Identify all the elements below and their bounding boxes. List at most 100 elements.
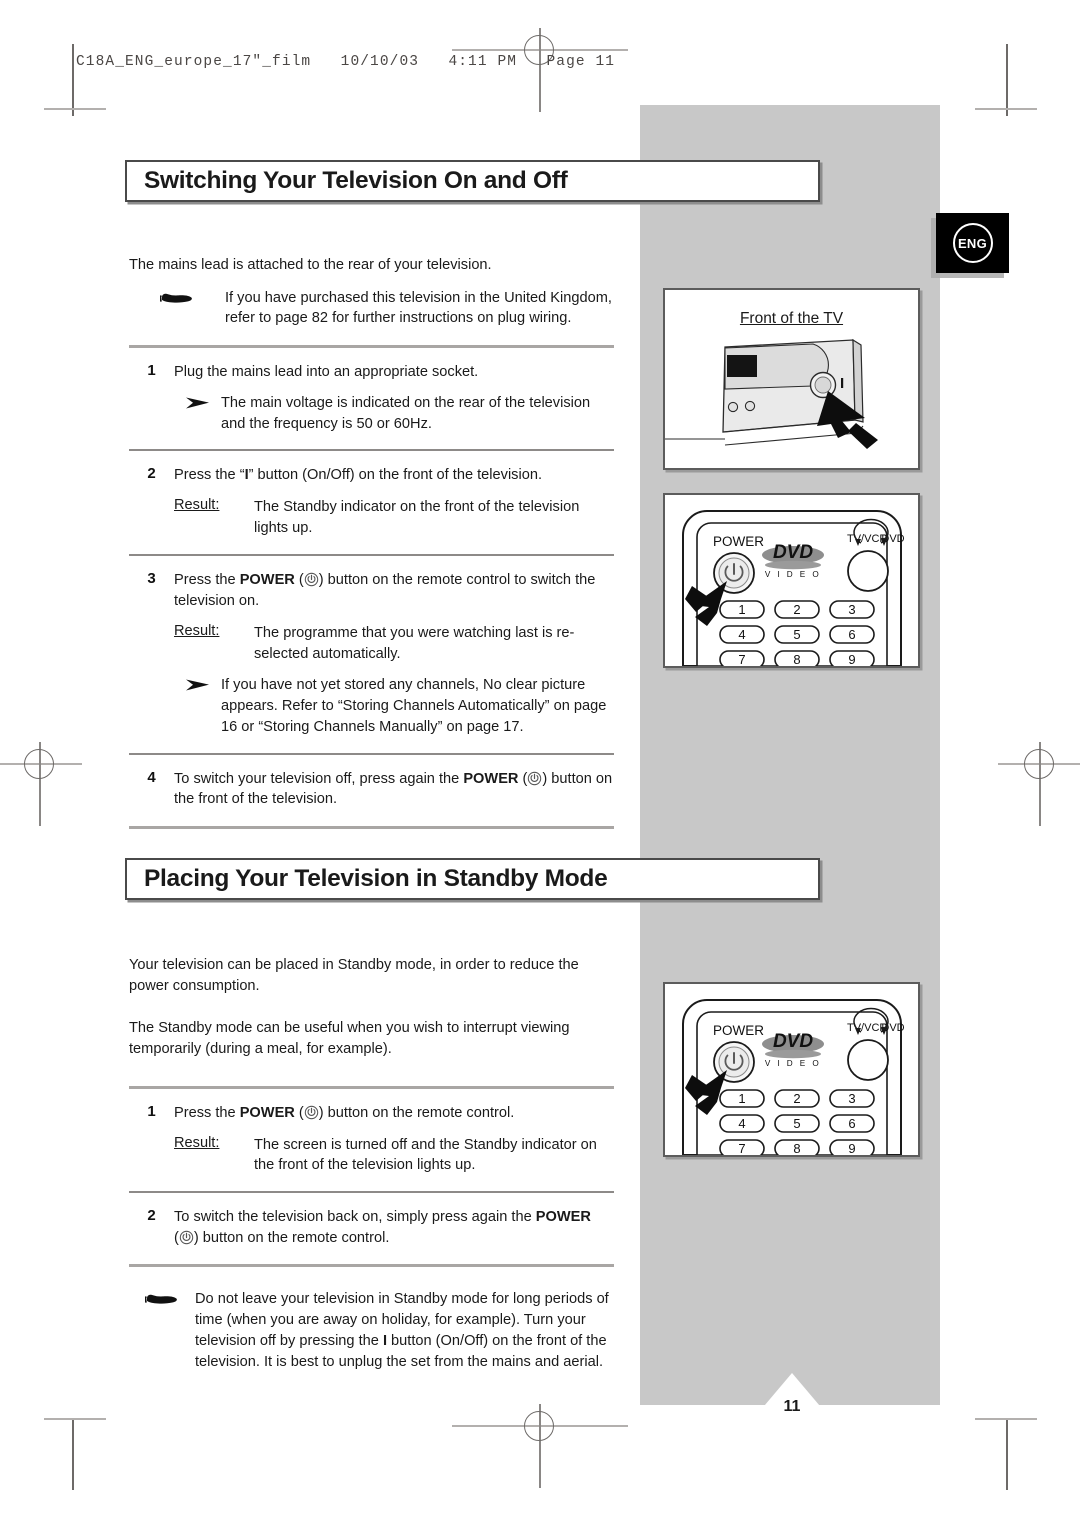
svg-text:DVD: DVD — [773, 1031, 813, 1052]
section-standby-body: Your television can be placed in Standby… — [129, 955, 614, 1372]
illustration-front-of-tv: Front of the TV — [663, 288, 920, 470]
standby-step-2-text: To switch the television back on, simply… — [174, 1209, 591, 1246]
power-symbol-icon — [304, 572, 319, 587]
step-3: 3 Press the POWER () button on the remot… — [129, 570, 614, 611]
standby-step-1-result-label: Result: — [174, 1134, 220, 1151]
crop-mark-top-right-horizontal — [975, 108, 1037, 110]
standby-paragraph-1: Your television can be placed in Standby… — [129, 957, 579, 994]
standby-step-1-number: 1 — [147, 1102, 156, 1120]
step-3-result-label: Result: — [174, 622, 220, 639]
standby-step-2-number: 2 — [147, 1207, 156, 1225]
step-2-text-pre: Press the “ — [174, 467, 245, 484]
svg-text:2: 2 — [793, 602, 800, 617]
step-1-note-text: The main voltage is indicated on the rea… — [221, 394, 591, 432]
svg-text:3: 3 — [848, 602, 855, 617]
standby-step-1-text: Press the POWER () button on the remote … — [174, 1104, 515, 1121]
arrow-bullet-icon — [174, 393, 221, 434]
svg-text:9: 9 — [848, 1141, 855, 1155]
step-1: 1 Plug the mains lead into an appropriat… — [129, 362, 614, 383]
hand-note-standby-text: Do not leave your television in Standby … — [195, 1289, 614, 1372]
remote-control-drawing: POWER DVD V I D E O TV/VCR DVD 1 2 3 4 5… — [682, 999, 905, 1155]
svg-text:5: 5 — [793, 1116, 800, 1131]
svg-text:1: 1 — [738, 1091, 745, 1106]
step-2-result: Result: The Standby indicator on the fro… — [129, 497, 614, 538]
rule-3 — [129, 554, 614, 557]
crop-mark-bottom-left-vertical — [72, 1418, 74, 1490]
step-3-power-label: POWER — [239, 572, 295, 589]
standby-step-1-result-text: The screen is turned off and the Standby… — [254, 1136, 597, 1174]
hand-note-uk: If you have purchased this television in… — [129, 288, 614, 329]
standby-step-2-text-pre: To switch the television back on, simply… — [174, 1209, 536, 1226]
intro-paragraph: The mains lead is attached to the rear o… — [129, 257, 492, 273]
svg-text:2: 2 — [793, 1091, 800, 1106]
step-3-number: 3 — [147, 570, 156, 588]
svg-text:4: 4 — [738, 1116, 745, 1131]
page-number: 11 — [783, 1398, 801, 1415]
step-1-number: 1 — [147, 362, 156, 380]
step-3-note: If you have not yet stored any channels,… — [129, 675, 614, 737]
svg-text:8: 8 — [793, 1141, 800, 1155]
pointing-hand-icon — [129, 1289, 195, 1372]
step-1-note: The main voltage is indicated on the rea… — [129, 393, 614, 434]
rule-7 — [129, 1191, 614, 1194]
svg-text:DVD: DVD — [773, 542, 813, 563]
svg-text:6: 6 — [848, 627, 855, 642]
standby-paragraph-2: The Standby mode can be useful when you … — [129, 1020, 570, 1058]
section-switching-body: The mains lead is attached to the rear o… — [129, 255, 614, 829]
svg-text:8: 8 — [793, 652, 800, 666]
standby-step-2-power-label: POWER — [535, 1209, 591, 1226]
section-heading-switching: Switching Your Television On and Off — [125, 160, 820, 202]
step-4-power-label: POWER — [463, 770, 519, 787]
svg-text:4: 4 — [738, 627, 745, 642]
illustration-remote-top: POWER DVD V I D E O TV/VCR DVD 1 2 3 4 5… — [663, 493, 920, 668]
hand-note-uk-text: If you have purchased this television in… — [225, 289, 612, 327]
svg-text:6: 6 — [848, 1116, 855, 1131]
svg-text:V I D E O: V I D E O — [765, 1059, 821, 1068]
svg-text:POWER: POWER — [713, 1023, 764, 1038]
rule-6 — [129, 1085, 614, 1089]
step-4: 4 To switch your television off, press a… — [129, 769, 614, 810]
pointing-hand-icon — [129, 288, 225, 329]
rule-2 — [129, 449, 614, 452]
standby-step-2: 2 To switch the television back on, simp… — [129, 1207, 614, 1248]
step-2-result-label: Result: — [174, 497, 220, 514]
illustration-remote-bottom: POWER DVD V I D E O TV/VCR DVD 1 2 3 4 5… — [663, 982, 920, 1157]
remote-control-drawing: POWER DVD V I D E O TV/VCR DVD 1 2 3 4 5… — [682, 510, 905, 666]
step-2: 2 Press the “I” button (On/Off) on the f… — [129, 465, 614, 486]
hand-note-standby: Do not leave your television in Standby … — [129, 1289, 614, 1372]
rule-5 — [129, 825, 614, 829]
svg-text:POWER: POWER — [713, 534, 764, 549]
crop-mark-top-left-vertical — [72, 44, 74, 116]
section-heading-switching-label: Switching Your Television On and Off — [144, 167, 568, 194]
rule-8 — [129, 1264, 614, 1268]
rule-1 — [129, 345, 614, 349]
svg-text:7: 7 — [738, 1141, 745, 1155]
standby-step-1: 1 Press the POWER () button on the remot… — [129, 1103, 614, 1124]
svg-text:1: 1 — [738, 602, 745, 617]
crop-mark-bottom-left-horizontal — [44, 1418, 106, 1420]
step-4-number: 4 — [147, 768, 156, 786]
rule-4 — [129, 752, 614, 755]
step-2-result-text: The Standby indicator on the front of th… — [254, 499, 580, 536]
step-3-text: Press the POWER () button on the remote … — [174, 572, 596, 610]
svg-text:7: 7 — [738, 652, 745, 666]
tv-front-drawing — [665, 338, 878, 449]
step-3-note-text: If you have not yet stored any channels,… — [221, 677, 607, 735]
step-2-text: Press the “I” button (On/Off) on the fro… — [174, 465, 614, 486]
step-1-text: Plug the mains lead into an appropriate … — [174, 364, 479, 381]
power-symbol-icon — [179, 1230, 194, 1245]
crop-mark-top-right-vertical — [1006, 44, 1008, 116]
svg-text:9: 9 — [848, 652, 855, 666]
standby-step-2-text-post: ) button on the remote control. — [193, 1229, 390, 1246]
crop-mark-bottom-right-vertical — [1006, 1418, 1008, 1490]
standby-step-1-power-label: POWER — [239, 1104, 295, 1121]
step-4-text-pre: To switch your television off, press aga… — [174, 770, 464, 787]
print-file-header: C18A_ENG_europe_17"_film 10/10/03 4:11 P… — [76, 54, 616, 70]
crop-mark-bottom-right-horizontal — [975, 1418, 1037, 1420]
language-badge: ENG — [936, 213, 1009, 273]
section-heading-standby-label: Placing Your Television in Standby Mode — [144, 865, 608, 892]
crop-mark-top-left-horizontal — [44, 108, 106, 110]
standby-step-1-text-post: ) button on the remote control. — [318, 1104, 515, 1121]
standby-step-1-text-pre: Press the — [174, 1104, 240, 1121]
standby-step-1-result: Result: The screen is turned off and the… — [129, 1135, 614, 1176]
